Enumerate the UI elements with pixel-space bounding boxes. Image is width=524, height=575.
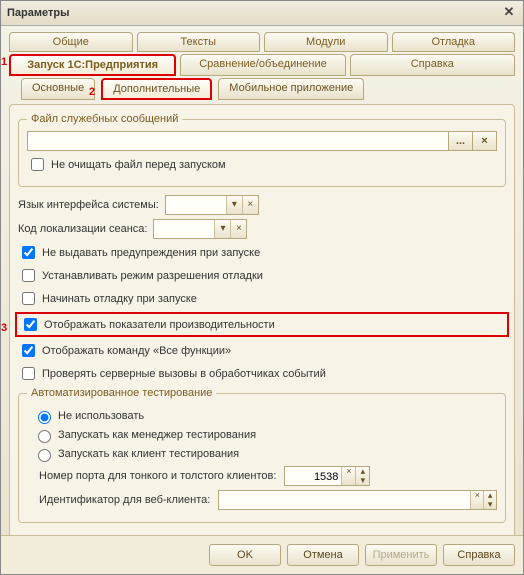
group-autotest-legend: Автоматизированное тестирование bbox=[27, 387, 216, 399]
chk-startdebug-label: Начинать отладку при запуске bbox=[42, 293, 197, 305]
panel-additional: Файл служебных сообщений ... × Не очищат… bbox=[9, 104, 515, 535]
port-clear-icon[interactable]: × bbox=[341, 467, 355, 485]
radio-none-input[interactable] bbox=[38, 411, 51, 424]
subtab-mobile[interactable]: Мобильное приложение bbox=[218, 78, 364, 100]
port-input[interactable] bbox=[285, 467, 341, 487]
row-port: Номер порта для тонкого и толстого клиен… bbox=[39, 466, 497, 486]
group-service-file-legend: Файл служебных сообщений bbox=[27, 113, 182, 125]
lang-dropdown-icon[interactable]: ▾ bbox=[226, 196, 242, 214]
annotation-marker-3: 3 bbox=[1, 322, 7, 334]
loc-label: Код локализации сеанса: bbox=[18, 223, 147, 235]
chk-nowarn-input[interactable] bbox=[22, 246, 35, 259]
tab-launch-1c[interactable]: Запуск 1С:Предприятия bbox=[9, 54, 176, 76]
chk-setdebug-label: Устанавливать режим разрешения отладки bbox=[42, 270, 263, 282]
chk-nowarn[interactable]: Не выдавать предупреждения при запуске bbox=[18, 243, 506, 262]
radio-manager-input[interactable] bbox=[38, 430, 51, 443]
loc-combo[interactable]: ▾ × bbox=[153, 219, 247, 239]
service-file-input[interactable] bbox=[27, 131, 449, 151]
chk-startdebug-input[interactable] bbox=[22, 292, 35, 305]
group-service-file: Файл служебных сообщений ... × Не очищат… bbox=[18, 113, 506, 187]
radio-client-label: Запускать как клиент тестирования bbox=[58, 448, 239, 460]
chk-allfunc-input[interactable] bbox=[22, 344, 35, 357]
chk-allfunc[interactable]: Отображать команду «Все функции» bbox=[18, 341, 506, 360]
chk-noclear-input[interactable] bbox=[31, 158, 44, 171]
port-down-icon[interactable]: ▾ bbox=[356, 476, 369, 485]
lang-label: Язык интерфейса системы: bbox=[18, 199, 159, 211]
webid-field[interactable]: × ▴ ▾ bbox=[218, 490, 497, 510]
browse-button[interactable]: ... bbox=[449, 131, 473, 151]
radio-client[interactable]: Запускать как клиент тестирования bbox=[33, 446, 497, 462]
chk-perf[interactable]: Отображать показатели производительности bbox=[20, 315, 504, 334]
row-lang: Язык интерфейса системы: ▾ × bbox=[18, 195, 506, 215]
subtab-additional[interactable]: Дополнительные bbox=[101, 78, 212, 100]
tab-common[interactable]: Общие bbox=[9, 32, 133, 52]
tab-row-2: Запуск 1С:Предприятия Сравнение/объедине… bbox=[9, 54, 515, 76]
highlight-perf: Отображать показатели производительности bbox=[15, 312, 509, 337]
chk-noclear-label: Не очищать файл перед запуском bbox=[51, 159, 226, 171]
tab-modules[interactable]: Модули bbox=[264, 32, 388, 52]
row-loc: Код локализации сеанса: ▾ × bbox=[18, 219, 506, 239]
tab-debug[interactable]: Отладка bbox=[392, 32, 516, 52]
group-autotest: Автоматизированное тестирование Не испол… bbox=[18, 387, 506, 523]
chk-perf-label: Отображать показатели производительности bbox=[44, 319, 275, 331]
subtab-basic[interactable]: Основные bbox=[21, 78, 95, 100]
chk-allfunc-label: Отображать команду «Все функции» bbox=[42, 345, 231, 357]
chk-servcalls[interactable]: Проверять серверные вызовы в обработчика… bbox=[18, 364, 506, 383]
titlebar: Параметры ✕ bbox=[1, 1, 523, 26]
webid-input[interactable] bbox=[219, 491, 470, 511]
chk-perf-input[interactable] bbox=[24, 318, 37, 331]
tab-texts[interactable]: Тексты bbox=[137, 32, 261, 52]
dialog-body: 1 2 3 Общие Тексты Модули Отладка Запуск… bbox=[1, 26, 523, 535]
radio-none[interactable]: Не использовать bbox=[33, 408, 497, 424]
lang-input[interactable] bbox=[166, 196, 226, 214]
subtab-row: Основные Дополнительные Мобильное прилож… bbox=[9, 78, 515, 100]
tab-row-1: Общие Тексты Модули Отладка bbox=[9, 32, 515, 52]
port-spinner[interactable]: × ▴ ▾ bbox=[284, 466, 370, 486]
radio-manager[interactable]: Запускать как менеджер тестирования bbox=[33, 427, 497, 443]
radio-client-input[interactable] bbox=[38, 449, 51, 462]
webid-stepper[interactable]: ▴ ▾ bbox=[483, 491, 496, 509]
close-icon[interactable]: ✕ bbox=[501, 5, 517, 21]
chk-servcalls-input[interactable] bbox=[22, 367, 35, 380]
cancel-button[interactable]: Отмена bbox=[287, 544, 359, 566]
chk-nowarn-label: Не выдавать предупреждения при запуске bbox=[42, 247, 260, 259]
row-webid: Идентификатор для веб-клиента: × ▴ ▾ bbox=[39, 490, 497, 510]
clear-file-button[interactable]: × bbox=[473, 131, 497, 151]
annotation-marker-1: 1 bbox=[1, 56, 7, 68]
webid-label: Идентификатор для веб-клиента: bbox=[39, 494, 210, 506]
webid-down-icon[interactable]: ▾ bbox=[484, 500, 496, 509]
chk-servcalls-label: Проверять серверные вызовы в обработчика… bbox=[42, 368, 326, 380]
tab-compare-merge[interactable]: Сравнение/объединение bbox=[180, 54, 345, 76]
lang-combo[interactable]: ▾ × bbox=[165, 195, 259, 215]
radio-manager-label: Запускать как менеджер тестирования bbox=[58, 429, 256, 441]
webid-clear-icon[interactable]: × bbox=[470, 491, 483, 509]
window-title: Параметры bbox=[7, 7, 69, 19]
ok-button[interactable]: OK bbox=[209, 544, 281, 566]
chk-startdebug[interactable]: Начинать отладку при запуске bbox=[18, 289, 506, 308]
radio-none-label: Не использовать bbox=[58, 410, 144, 422]
help-button[interactable]: Справка bbox=[443, 544, 515, 566]
chk-setdebug[interactable]: Устанавливать режим разрешения отладки bbox=[18, 266, 506, 285]
port-stepper[interactable]: ▴ ▾ bbox=[355, 467, 369, 485]
dialog-footer: OK Отмена Применить Справка bbox=[1, 535, 523, 574]
service-file-row: ... × bbox=[27, 131, 497, 151]
chk-noclear[interactable]: Не очищать файл перед запуском bbox=[27, 155, 497, 174]
apply-button: Применить bbox=[365, 544, 437, 566]
loc-input[interactable] bbox=[154, 220, 214, 238]
chk-setdebug-input[interactable] bbox=[22, 269, 35, 282]
tab-help[interactable]: Справка bbox=[350, 54, 515, 76]
loc-clear-icon[interactable]: × bbox=[230, 220, 246, 238]
port-label: Номер порта для тонкого и толстого клиен… bbox=[39, 470, 276, 482]
dialog-window: Параметры ✕ 1 2 3 Общие Тексты Модули От… bbox=[0, 0, 524, 575]
annotation-marker-2: 2 bbox=[89, 86, 95, 98]
lang-clear-icon[interactable]: × bbox=[242, 196, 258, 214]
loc-dropdown-icon[interactable]: ▾ bbox=[214, 220, 230, 238]
